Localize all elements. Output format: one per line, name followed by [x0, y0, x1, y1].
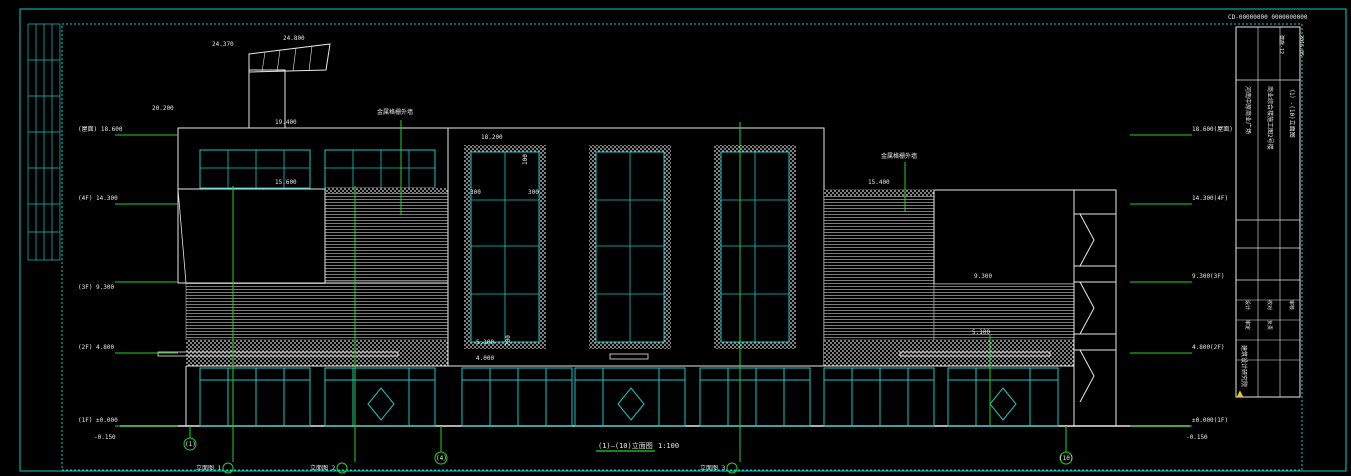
title-drawing-no: 建施-12	[1278, 35, 1285, 54]
top-right-note: CD-00000000 0000000000	[1228, 14, 1308, 21]
right-level-5: ±0.000(1F)	[1192, 417, 1228, 424]
left-level-1: (屋面) 18.600	[78, 126, 123, 133]
drawing-scale: 1:100	[658, 442, 679, 450]
title-row-4: 审定	[1244, 320, 1251, 330]
right-level-2: 14.300(4F)	[1192, 195, 1228, 202]
right-level-4: 4.800(2F)	[1192, 344, 1225, 351]
ground-floor	[199, 367, 1059, 427]
title-row-1: 设计	[1244, 300, 1251, 310]
drawing-title: (1)—(10)立面图	[598, 441, 653, 450]
right-wing	[823, 189, 1075, 426]
left-level-4: (2F) 4.800	[78, 344, 115, 351]
elev-left-tall: 20.200	[152, 105, 174, 112]
left-level-6: -0.150	[94, 434, 116, 441]
left-level-3: (3F) 9.300	[78, 284, 115, 291]
section-tag-3: 立面图 3	[700, 464, 726, 472]
ground-floor-frame	[185, 365, 1074, 426]
title-sheet: （1）-(10)立面图	[1288, 86, 1296, 138]
elev-center: 18.200	[481, 134, 503, 141]
elev-canopy-left: 15.600	[275, 179, 297, 186]
title-date: 2016.05	[1298, 35, 1304, 56]
dim-300-a: 300	[470, 189, 481, 196]
axis-label-10: (10)	[1059, 455, 1073, 462]
elev-center-floor: 4.000	[476, 355, 494, 362]
elevation-drawing: CD-00000000 0000000000 24.370 24.800 20.…	[19, 8, 1347, 474]
left-wing	[157, 43, 449, 366]
title-row-5: 负责	[1266, 320, 1273, 330]
elev-roof-2: 24.800	[283, 35, 305, 42]
title-row-2: 校对	[1266, 300, 1273, 310]
center-block	[447, 127, 825, 367]
elev-right-low: 5.100	[972, 329, 990, 336]
title-sub: 商业综合楼施工图2号楼	[1266, 86, 1274, 150]
side-staircase	[1073, 189, 1117, 426]
title-project: 河南中原商业广场	[1244, 86, 1252, 134]
left-level-2: (4F) 14.300	[78, 195, 118, 202]
section-tag-2: 立面图 2	[310, 464, 336, 472]
axis-label-1: (1)	[185, 441, 196, 448]
left-stamp-grid	[27, 23, 61, 261]
tall-window-2	[589, 145, 671, 349]
title-block	[1235, 26, 1301, 398]
right-level-6: -0.150	[1186, 434, 1208, 441]
right-level-3: 9.300(3F)	[1192, 273, 1225, 280]
dim-300-b: 300	[528, 189, 539, 196]
title-row-3: 审核	[1288, 300, 1295, 310]
dim-700: 700	[505, 335, 512, 346]
elev-center-low: 5.100	[476, 339, 494, 346]
left-level-5: (1F) ±0.000	[78, 417, 118, 424]
elev-canopy-right: 15.400	[868, 179, 890, 186]
tall-window-1	[464, 145, 546, 349]
leader-note-1: 金属格栅外墙	[377, 108, 413, 116]
right-level-1: 18.600(屋面)	[1192, 126, 1233, 133]
elev-right-block: 9.300	[974, 273, 992, 280]
axis-label-4: (4)	[436, 455, 447, 462]
warning-icon: ▲	[1237, 388, 1243, 399]
elev-roof-1: 24.370	[212, 41, 234, 48]
title-firm: 建筑设计研究院	[1240, 345, 1248, 387]
elev-roof: 19.400	[275, 119, 297, 126]
tall-window-3	[714, 145, 796, 349]
section-tag-1: 立面图 1	[196, 464, 222, 472]
dim-100: 100	[522, 154, 529, 165]
leader-note-2: 金属格栅外墙	[881, 152, 917, 160]
